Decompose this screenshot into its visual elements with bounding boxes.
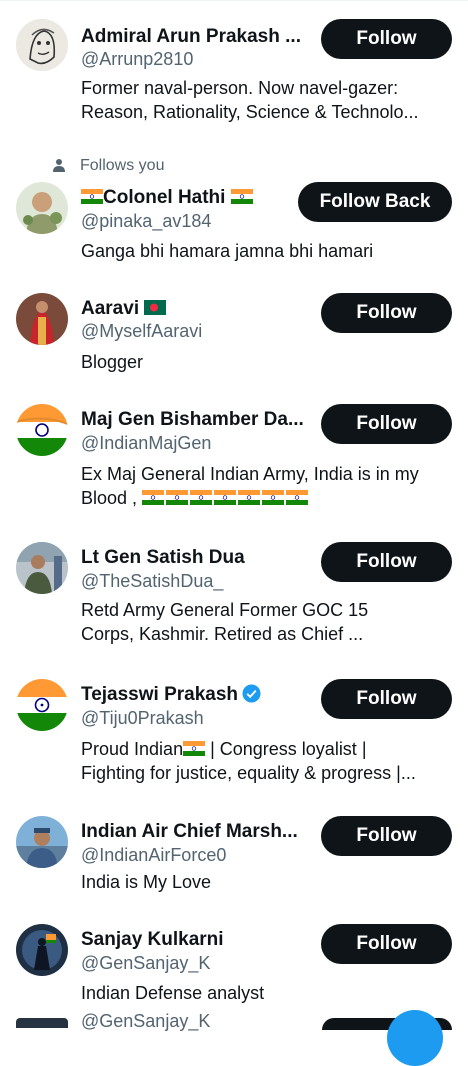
avatar[interactable] [16, 679, 68, 731]
name-text: Aaravi [81, 298, 140, 319]
follow-back-button[interactable]: Follow Back [298, 182, 452, 222]
user-handle: @IndianAirForce0 [81, 845, 227, 865]
bio-line: Proud Indian | Congress loyalist | [81, 737, 453, 761]
user-bio: Indian Defense analyst [81, 981, 453, 1005]
display-name: Tejasswi Prakash [81, 683, 301, 707]
follows-you-text: Follows you [80, 157, 165, 174]
display-name: Indian Air Chief Marsh... [81, 821, 298, 842]
bio-line: Ex Maj General Indian Army, India is in … [81, 464, 419, 484]
india-flag-icon [286, 487, 309, 505]
user-handle: @TheSatishDua_ [81, 571, 224, 591]
name-text: Colonel Hathi [103, 187, 226, 208]
user-bio: India is My Love [81, 870, 453, 894]
bio-line: Blogger [81, 352, 144, 372]
follow-button[interactable]: Follow [321, 924, 452, 964]
india-flag-icon [238, 487, 261, 505]
follow-button[interactable]: Follow [321, 679, 452, 719]
india-flag-icon [183, 738, 206, 756]
follow-button[interactable]: Follow [321, 542, 452, 582]
user-handle: @Arrunp2810 [81, 49, 194, 69]
display-name: Aaravi [81, 297, 301, 321]
user-bio: Retd Army General Former GOC 15 Corps, K… [81, 598, 453, 646]
user-bio: Ex Maj General Indian Army, India is in … [81, 462, 453, 510]
follow-button[interactable]: Follow [321, 293, 452, 333]
bio-line: Blood , [81, 486, 453, 510]
bio-line: Corps, Kashmir. Retired as Chief ... [81, 624, 364, 644]
bio-line-text: Blood , [81, 488, 143, 508]
bio-line-text: | Congress loyalist | [205, 739, 367, 759]
avatar[interactable] [16, 404, 68, 456]
display-name: Admiral Arun Prakash ... [81, 26, 301, 47]
bio-line: Former naval-person. Now navel-gazer: [81, 78, 399, 98]
india-flag-icon [214, 487, 237, 505]
bangladesh-flag-icon [144, 298, 167, 315]
avatar[interactable] [16, 816, 68, 868]
verified-badge-icon [242, 684, 261, 703]
bio-line: Indian Defense analyst [81, 983, 265, 1003]
avatar[interactable] [16, 542, 68, 594]
bio-line: Ganga bhi hamara jamna bhi hamari [81, 241, 374, 261]
bio-line-text: Proud Indian [81, 739, 184, 759]
user-bio: Proud Indian | Congress loyalist | Fight… [81, 737, 453, 785]
display-name: Sanjay Kulkarni [81, 929, 224, 950]
user-handle: @IndianMajGen [81, 433, 212, 453]
avatar[interactable] [16, 293, 68, 345]
display-name: Colonel Hathi [81, 186, 291, 210]
display-name: Lt Gen Satish Dua [81, 547, 245, 568]
avatar[interactable] [16, 19, 68, 71]
compose-post-button[interactable] [387, 1010, 443, 1066]
user-bio: Blogger [81, 350, 453, 374]
bio-line: Retd Army General Former GOC 15 [81, 600, 369, 620]
user-bio: Ganga bhi hamara jamna bhi hamari [81, 239, 453, 263]
follow-button[interactable]: Follow [321, 816, 452, 856]
top-divider [0, 0, 468, 1]
user-handle: @GenSanjay_K [81, 1011, 211, 1031]
name-text: Tejasswi Prakash [81, 684, 239, 705]
india-flag-icon [166, 487, 189, 505]
india-flag-icon [81, 187, 103, 204]
india-flag-row [142, 488, 310, 508]
india-flag-icon [190, 487, 213, 505]
avatar[interactable] [16, 182, 68, 234]
user-handle: @GenSanjay_K [81, 953, 211, 973]
user-handle: @pinaka_av184 [81, 211, 212, 231]
bio-line: Reason, Rationality, Science & Technolo.… [81, 102, 419, 122]
bio-line: Fighting for justice, equality & progres… [81, 763, 416, 783]
user-handle: @MyselfAaravi [81, 321, 203, 341]
india-flag-icon [262, 487, 285, 505]
india-flag-icon [142, 487, 165, 505]
follows-you-label: Follows you [52, 156, 164, 176]
bio-line: India is My Love [81, 872, 212, 892]
follow-button[interactable]: Follow [321, 19, 452, 59]
user-handle: @Tiju0Prakash [81, 708, 204, 728]
avatar[interactable] [16, 1018, 68, 1028]
user-bio: Former naval-person. Now navel-gazer: Re… [81, 76, 453, 124]
follow-button[interactable]: Follow [321, 404, 452, 444]
india-flag-icon [230, 187, 253, 204]
avatar[interactable] [16, 924, 68, 976]
display-name: Maj Gen Bishamber Da... [81, 409, 304, 430]
person-icon [52, 158, 66, 172]
